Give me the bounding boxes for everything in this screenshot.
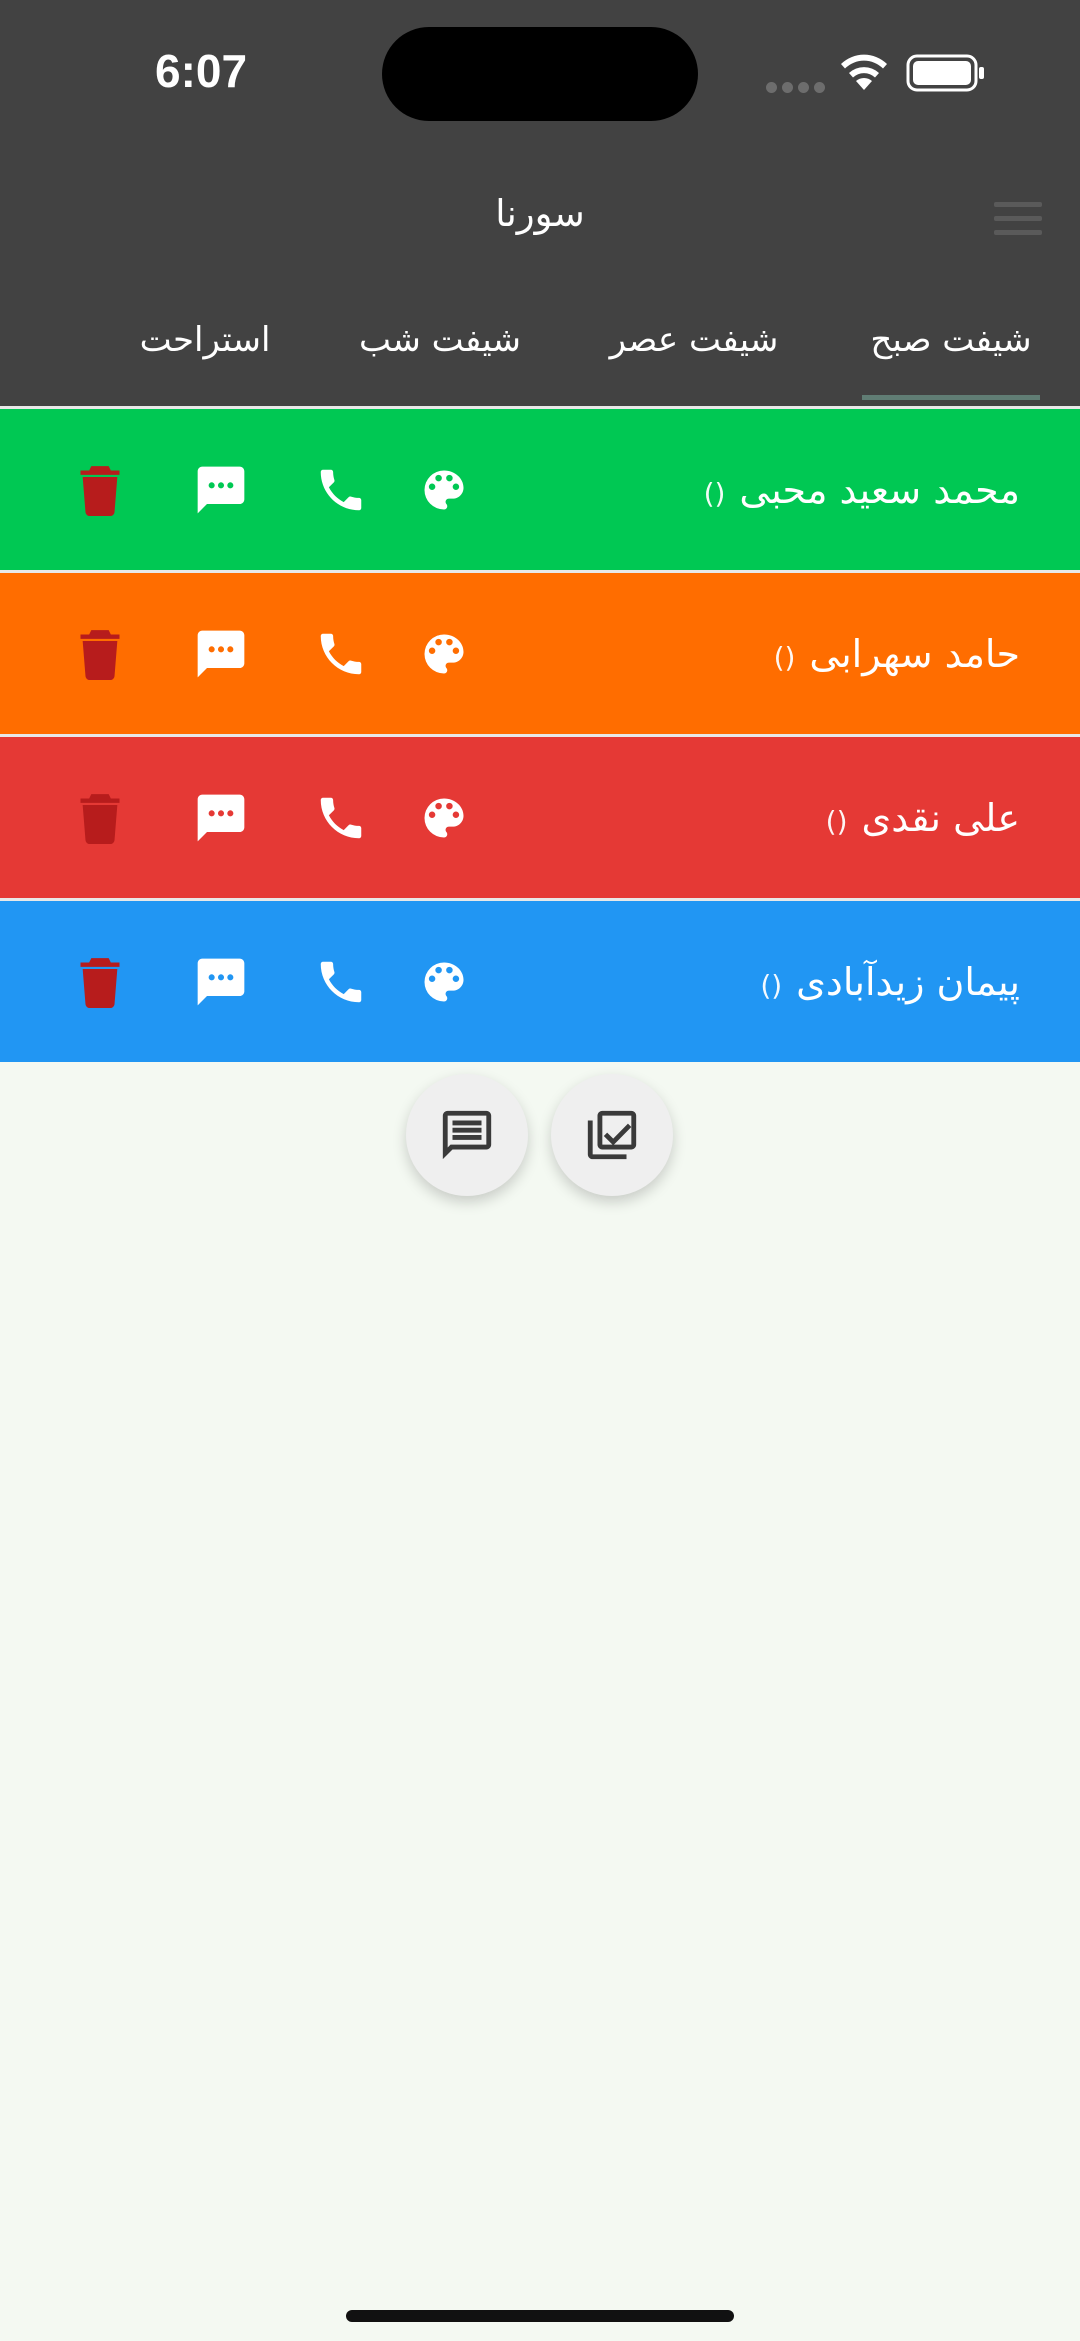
dynamic-island xyxy=(382,27,698,121)
app-header: 6:07 سورنا شیفت صبح شیفت عصر شیفت شب است… xyxy=(0,0,1080,406)
trash-icon[interactable] xyxy=(78,628,122,680)
message-list-icon xyxy=(442,1110,492,1160)
palette-icon[interactable] xyxy=(418,628,470,680)
employee-name: علی نقدی () xyxy=(826,796,1020,840)
employee-suffix: () xyxy=(760,968,783,1002)
employee-suffix: () xyxy=(703,476,726,510)
employee-name-text: علی نقدی xyxy=(861,795,1021,840)
trash-icon[interactable] xyxy=(78,464,122,516)
shift-tabs: شیفت صبح شیفت عصر شیفت شب استراحت xyxy=(0,310,1080,406)
phone-icon[interactable] xyxy=(314,955,368,1009)
list-item[interactable]: حامد سهرابی () xyxy=(0,573,1080,737)
palette-icon[interactable] xyxy=(418,956,470,1008)
phone-icon[interactable] xyxy=(314,627,368,681)
palette-icon[interactable] xyxy=(418,792,470,844)
app-title: سورنا xyxy=(495,192,585,235)
tab-afternoon-shift[interactable]: شیفت عصر xyxy=(606,320,782,360)
tab-night-shift[interactable]: شیفت شب xyxy=(352,320,528,360)
employee-suffix: () xyxy=(773,640,796,674)
wifi-icon xyxy=(841,54,887,90)
list-item[interactable]: پیمان زیدآبادی () xyxy=(0,901,1080,1062)
tab-morning-shift[interactable]: شیفت صبح xyxy=(862,320,1040,400)
list-item[interactable]: محمد سعید محبی () xyxy=(0,409,1080,573)
employee-name-text: حامد سهرابی xyxy=(809,631,1020,676)
employee-name-text: پیمان زیدآبادی xyxy=(796,959,1020,1004)
select-all-button[interactable] xyxy=(551,1074,673,1196)
messages-button[interactable] xyxy=(406,1074,528,1196)
message-icon[interactable] xyxy=(193,462,249,518)
employee-suffix: () xyxy=(825,804,848,838)
select-all-icon xyxy=(587,1110,637,1160)
battery-icon xyxy=(906,54,984,92)
home-indicator[interactable] xyxy=(346,2310,734,2322)
trash-icon[interactable] xyxy=(78,792,122,844)
employee-name: پیمان زیدآبادی () xyxy=(760,960,1020,1004)
tab-rest[interactable]: استراحت xyxy=(138,320,272,360)
message-icon[interactable] xyxy=(193,626,249,682)
phone-icon[interactable] xyxy=(314,463,368,517)
employee-name: محمد سعید محبی () xyxy=(704,468,1020,512)
list-item[interactable]: علی نقدی () xyxy=(0,737,1080,901)
phone-icon[interactable] xyxy=(314,791,368,845)
employee-name-text: محمد سعید محبی xyxy=(739,467,1020,512)
trash-icon[interactable] xyxy=(78,956,122,1008)
message-icon[interactable] xyxy=(193,954,249,1010)
palette-icon[interactable] xyxy=(418,464,470,516)
status-time: 6:07 xyxy=(155,45,248,97)
message-icon[interactable] xyxy=(193,790,249,846)
employee-name: حامد سهرابی () xyxy=(774,632,1020,676)
cellular-signal-icon xyxy=(766,78,830,97)
